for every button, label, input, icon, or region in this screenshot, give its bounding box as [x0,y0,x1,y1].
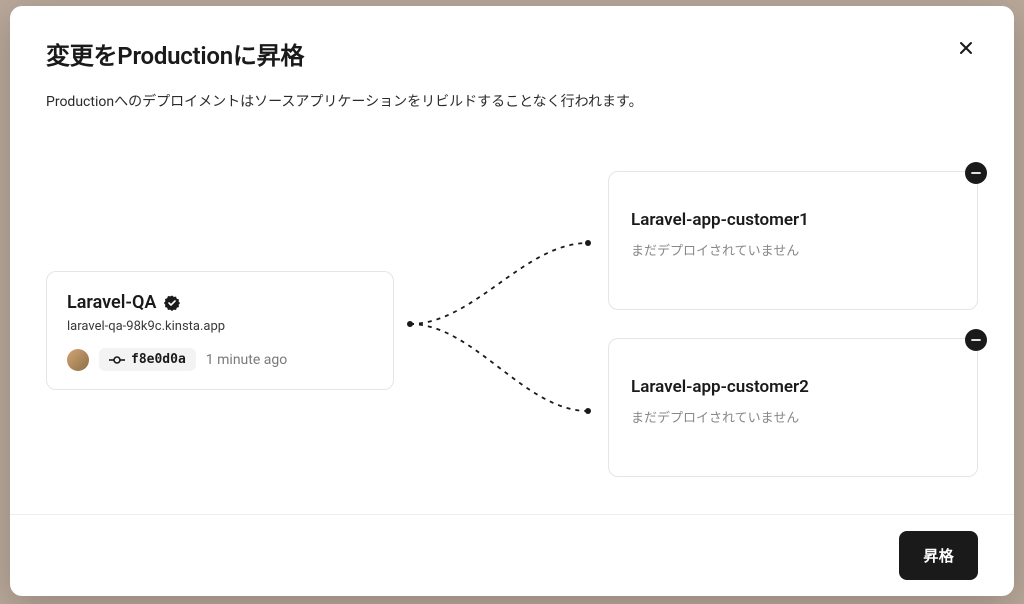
source-card: Laravel-QA laravel-qa-98k9c.kinsta.app [46,271,394,390]
target-status: まだデプロイされていません [631,240,955,259]
close-button[interactable] [954,36,978,60]
modal-title: 変更をProductionに昇格 [46,36,304,71]
target-app-name: Laravel-app-customer2 [631,377,955,397]
verified-icon [164,295,180,311]
pipeline: Laravel-QA laravel-qa-98k9c.kinsta.app [46,171,978,491]
minus-icon [970,167,982,179]
close-icon [958,40,974,56]
remove-target-button[interactable] [965,329,987,351]
remove-target-button[interactable] [965,162,987,184]
avatar [67,349,89,371]
commit-badge[interactable]: f8e0d0a [99,348,196,371]
modal-footer: 昇格 [10,514,1014,596]
target-status: まだデプロイされていません [631,407,955,426]
source-title-row: Laravel-QA [67,292,373,313]
source-app-url: laravel-qa-98k9c.kinsta.app [67,319,373,334]
promote-button[interactable]: 昇格 [899,531,978,580]
target-card: Laravel-app-customer1 まだデプロイされていません [608,171,978,310]
target-app-name: Laravel-app-customer1 [631,210,955,230]
pipeline-connectors [394,171,609,431]
modal-body: Productionへのデプロイメントはソースアプリケーションをリビルドすること… [10,91,1014,514]
modal-description: Productionへのデプロイメントはソースアプリケーションをリビルドすること… [46,91,978,111]
promote-modal: 変更をProductionに昇格 Productionへのデプロイメントはソース… [10,6,1014,596]
source-meta: f8e0d0a 1 minute ago [67,348,373,371]
commit-hash: f8e0d0a [131,352,186,367]
modal-header: 変更をProductionに昇格 [10,6,1014,91]
minus-icon [970,334,982,346]
commit-icon [109,355,125,365]
target-card: Laravel-app-customer2 まだデプロイされていません [608,338,978,477]
source-app-name: Laravel-QA [67,292,156,313]
commit-time: 1 minute ago [206,352,287,368]
